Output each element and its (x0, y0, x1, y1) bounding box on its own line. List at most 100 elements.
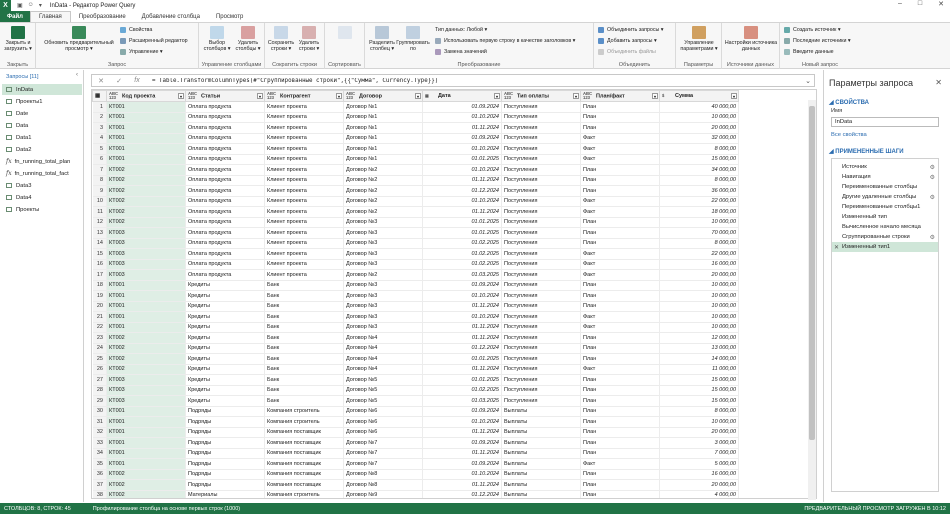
table-cell[interactable]: 16 000,00 (659, 259, 739, 270)
table-cell[interactable]: 20 000,00 (659, 122, 739, 134)
row-number[interactable]: 19 (92, 290, 107, 302)
table-cell[interactable]: Договор №4 (343, 364, 423, 375)
table-cell[interactable]: Поступления (501, 196, 581, 207)
query-item[interactable]: Проекты1 (2, 96, 82, 107)
table-cell[interactable]: Поступления (501, 238, 581, 249)
table-cell[interactable]: Факт (580, 259, 660, 270)
table-row[interactable]: 5 КТ001 Оплата продукта Клиент проекта Догов… (92, 143, 739, 155)
table-cell[interactable]: Клиент проекта (264, 238, 344, 249)
table-row[interactable]: 37 КТ002 Подряды Компания поставщик Договор … (92, 479, 739, 491)
table-cell[interactable]: Клиент проекта (264, 269, 344, 281)
formula-text[interactable]: = Table.TransformColumnTypes(#"Сгруппиро… (152, 78, 438, 84)
table-cell[interactable]: Договор №2 (343, 175, 423, 186)
table-row[interactable]: 28 КТ003 Кредиты Банк Договор №5 01.02.2025 По… (92, 385, 739, 396)
table-cell[interactable]: 01.11.2024 (422, 206, 502, 218)
table-row[interactable]: 16 КТ003 Оплата продукта Клиент проекта Дого… (92, 259, 739, 270)
column-header[interactable]: ABC 123 Статьи ▾ (185, 90, 265, 102)
table-cell[interactable]: Выплаты (501, 427, 581, 438)
table-cell[interactable]: Договор №3 (343, 259, 423, 270)
table-cell[interactable]: КТ002 (106, 164, 186, 176)
table-cell[interactable]: Поступления (501, 385, 581, 396)
applied-step[interactable]: Другие удаленные столбцы ⚙ (832, 192, 938, 202)
table-cell[interactable]: 01.09.2024 (422, 437, 502, 449)
table-cell[interactable]: Договор №7 (343, 437, 423, 449)
row-number[interactable]: 16 (92, 259, 107, 270)
applied-step[interactable]: Переименованные столбцы1 (832, 202, 938, 212)
append-queries-button[interactable]: Добавить запросы ▾ (598, 38, 657, 44)
row-number[interactable]: 31 (92, 416, 107, 428)
group-by-button[interactable]: Группировать по (396, 26, 430, 52)
table-cell[interactable]: 15 000,00 (659, 385, 739, 396)
table-cell[interactable]: Кредиты (185, 332, 265, 344)
applied-step[interactable]: Переименованные столбцы (832, 182, 938, 192)
table-row[interactable]: 31 КТ001 Подряды Компания строитель Договор … (92, 416, 739, 428)
collapse-panel-icon[interactable]: ‹ (76, 72, 78, 78)
table-cell[interactable]: Поступления (501, 290, 581, 302)
table-cell[interactable]: Банк (264, 364, 344, 375)
table-cell[interactable]: Факт (580, 322, 660, 333)
table-cell[interactable]: Договор №4 (343, 353, 423, 365)
table-cell[interactable]: 22 000,00 (659, 248, 739, 260)
close-and-load-button[interactable]: Закрыть и загрузить ▾ (2, 26, 34, 52)
table-cell[interactable]: Поступления (501, 364, 581, 375)
table-cell[interactable]: Договор №3 (343, 290, 423, 302)
table-row[interactable]: 6 КТ001 Оплата продукта Клиент проекта Догов… (92, 154, 739, 165)
table-cell[interactable]: План (580, 469, 660, 480)
table-cell[interactable]: Договор №2 (343, 185, 423, 197)
close-window-button[interactable]: ✕ (938, 0, 944, 8)
table-cell[interactable]: КТ001 (106, 311, 186, 323)
table-cell[interactable]: Компания поставщик (264, 479, 344, 491)
table-cell[interactable]: 01.12.2024 (422, 490, 502, 498)
table-cell[interactable]: КТ003 (106, 269, 186, 281)
table-cell[interactable]: Подряды (185, 469, 265, 480)
table-cell[interactable]: Кредиты (185, 280, 265, 291)
table-cell[interactable]: Договор №3 (343, 311, 423, 323)
table-cell[interactable]: 20 000,00 (659, 479, 739, 491)
table-cell[interactable]: Договор №3 (343, 238, 423, 249)
table-cell[interactable]: План (580, 217, 660, 228)
table-cell[interactable]: Договор №8 (343, 479, 423, 491)
column-type-icon[interactable]: ABC 123 (346, 92, 355, 100)
column-type-icon[interactable]: ABC 123 (504, 92, 513, 100)
table-cell[interactable]: Кредиты (185, 395, 265, 407)
table-cell[interactable]: 7 000,00 (659, 448, 739, 459)
table-cell[interactable]: Договор №1 (343, 143, 423, 155)
row-number[interactable]: 12 (92, 217, 107, 228)
row-number[interactable]: 30 (92, 406, 107, 417)
table-cell[interactable]: Выплаты (501, 458, 581, 470)
table-cell[interactable]: Клиент проекта (264, 217, 344, 228)
table-cell[interactable]: Подряды (185, 416, 265, 428)
table-cell[interactable]: Выплаты (501, 479, 581, 491)
table-cell[interactable]: 18 000,00 (659, 206, 739, 218)
row-number[interactable]: 29 (92, 395, 107, 407)
merge-queries-button[interactable]: Объединить запросы ▾ (598, 27, 663, 33)
table-cell[interactable]: Выплаты (501, 437, 581, 449)
row-number[interactable]: 17 (92, 269, 107, 281)
table-cell[interactable]: План (580, 280, 660, 291)
table-cell[interactable]: 01.11.2024 (422, 322, 502, 333)
table-cell[interactable]: План (580, 490, 660, 498)
table-cell[interactable]: Оплата продукта (185, 133, 265, 144)
datasource-settings-button[interactable]: Настройки источника данных (724, 26, 778, 52)
table-row[interactable]: 22 КТ001 Кредиты Банк Договор №3 01.11.2024 По… (92, 322, 739, 333)
table-cell[interactable]: Клиент проекта (264, 206, 344, 218)
new-source-button[interactable]: Создать источник ▾ (784, 27, 841, 33)
table-cell[interactable]: КТ003 (106, 259, 186, 270)
column-type-icon[interactable]: ABC 123 (188, 92, 197, 100)
table-cell[interactable]: 01.11.2024 (422, 479, 502, 491)
column-filter-dropdown-icon[interactable]: ▾ (494, 93, 500, 99)
applied-step[interactable]: Источник ⚙ (832, 162, 938, 172)
expand-formula-icon[interactable]: ⌄ (805, 77, 811, 85)
table-cell[interactable]: 15 000,00 (659, 374, 739, 386)
table-cell[interactable]: КТ001 (106, 437, 186, 449)
row-number[interactable]: 4 (92, 133, 107, 144)
table-cell[interactable]: 01.10.2024 (422, 112, 502, 123)
table-cell[interactable]: Оплата продукта (185, 259, 265, 270)
table-row[interactable]: 33 КТ001 Подряды Компания поставщик Договор … (92, 437, 739, 449)
table-cell[interactable]: КТ001 (106, 322, 186, 333)
table-cell[interactable]: План (580, 332, 660, 344)
table-cell[interactable]: Поступления (501, 143, 581, 155)
table-cell[interactable]: Клиент проекта (264, 185, 344, 197)
table-row[interactable]: 17 КТ003 Оплата продукта Клиент проекта Дого… (92, 269, 739, 281)
table-cell[interactable]: Подряды (185, 437, 265, 449)
